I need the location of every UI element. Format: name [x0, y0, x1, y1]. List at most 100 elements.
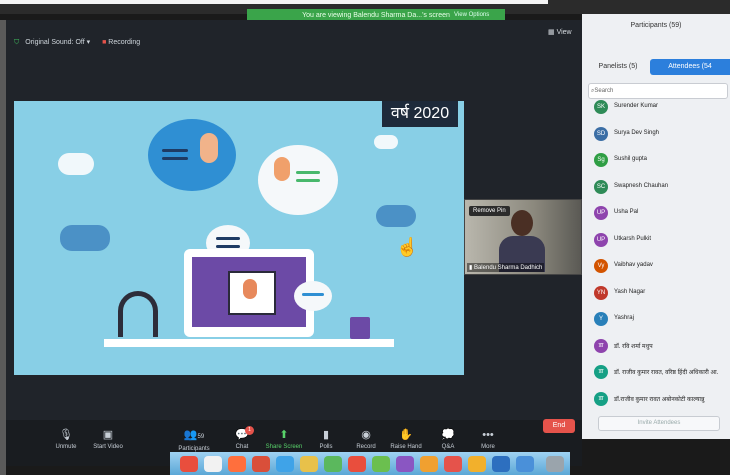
participants-count: 59	[197, 434, 205, 440]
microphone-muted-icon: 🎙	[59, 429, 73, 441]
bubble-line	[162, 157, 188, 160]
dock-app-icon[interactable]	[372, 456, 390, 472]
polls-label: Polls	[319, 444, 333, 450]
avatar: UP	[594, 232, 608, 247]
dock-app-icon[interactable]	[444, 456, 462, 472]
raise-hand-label: Raise Hand	[390, 444, 422, 450]
search-placeholder: Search	[594, 88, 614, 94]
chat-bubble-blue	[148, 119, 236, 191]
top-white-bar	[0, 0, 548, 4]
cloud-white-right	[374, 135, 398, 149]
tab-attendees[interactable]: Attendees (54	[650, 59, 730, 75]
participant-row[interactable]: Y Yashraj	[592, 312, 726, 328]
participant-name: Yash Nagar	[614, 288, 646, 295]
view-label: View	[556, 29, 572, 36]
participant-name: Surya Dev Singh	[614, 129, 660, 136]
dock-app-icon[interactable]	[204, 456, 222, 472]
participant-name: डॉ. रवि शर्मा मधुप	[614, 343, 653, 350]
original-sound[interactable]: Original Sound: Off	[25, 39, 84, 46]
dock-app-icon[interactable]	[300, 456, 318, 472]
dock-app-icon[interactable]	[228, 456, 246, 472]
panel-title: Participants (59)	[630, 22, 682, 29]
record-icon: ◉	[361, 429, 371, 441]
qa-icon: 💭	[441, 429, 455, 441]
participant-row[interactable]: डा डॉ. रवि शर्मा मधुप	[592, 338, 726, 355]
participant-row[interactable]: UP Utkarsh Pulkit	[592, 232, 726, 249]
slide-year-title: वर्ष 2020	[382, 101, 458, 127]
tab-panelists[interactable]: Panelists (5)	[588, 59, 648, 75]
mug-icon	[350, 317, 370, 339]
recording-label: Recording	[108, 39, 141, 46]
dock-app-icon[interactable]	[396, 456, 414, 472]
participant-row[interactable]: SD Surya Dev Singh	[592, 126, 726, 143]
start-video-label: Start Video	[93, 444, 123, 450]
avatar: SD	[594, 126, 608, 141]
end-button[interactable]: End	[543, 419, 575, 433]
participant-row[interactable]: डा डॉ.राजीव कुमार रावत अबोनकोटी काल्यान्न…	[592, 391, 726, 408]
participant-row[interactable]: SK Surender Kumar	[592, 100, 726, 116]
dock-app-icon[interactable]	[516, 456, 534, 472]
bubble-line	[162, 149, 188, 152]
speaker-name: Balendu Sharma Dadhich	[473, 265, 543, 271]
dock-app-icon[interactable]	[468, 456, 486, 472]
remove-pin-button[interactable]: Remove Pin	[469, 206, 510, 216]
dock-app-icon[interactable]	[348, 456, 366, 472]
dock-app-icon[interactable]	[492, 456, 510, 472]
participant-name: Vaibhav yadav	[614, 262, 653, 268]
participant-row[interactable]: डा डॉ. राजीव कुमार रावत, वरिष्ठ हिंदी अधि…	[592, 365, 726, 381]
avatar: Sg	[594, 153, 608, 167]
participant-name: Yashraj	[614, 315, 634, 321]
chevron-down-icon[interactable]: ▾	[87, 39, 91, 46]
participant-row[interactable]: UP Usha Pal	[592, 206, 726, 222]
participant-row[interactable]: YN Yash Nagar	[592, 285, 726, 302]
unmute-button[interactable]: 🎙 Unmute	[44, 428, 88, 460]
person-icon	[243, 279, 257, 299]
chat-bubble-right	[294, 281, 332, 311]
avatar: Vy	[594, 259, 608, 273]
avatar: डा	[594, 391, 608, 406]
record-label: Record	[356, 444, 376, 450]
speaker-name-label: ▮ Balendu Sharma Dadhich	[467, 263, 545, 272]
share-screen-label: Share Screen	[265, 444, 303, 450]
unmute-label: Unmute	[55, 444, 77, 450]
chat-icon: 💬	[235, 429, 249, 441]
participant-row[interactable]: SC Swapnesh Chauhan	[592, 179, 726, 196]
participant-name: Surender Kumar	[614, 103, 659, 109]
bubble-line	[216, 237, 240, 240]
trash-icon[interactable]	[546, 456, 564, 472]
speaker-video-tile[interactable]: Remove Pin ▮ Balendu Sharma Dadhich	[464, 199, 582, 275]
search-input[interactable]: ⌕Search	[588, 83, 728, 99]
bubble-line	[216, 245, 240, 248]
avatar: SK	[594, 100, 608, 114]
participant-list: SK Surender Kumar SD Surya Dev Singh Sg Sushi…	[592, 100, 726, 430]
speaker-head	[511, 210, 533, 236]
dock-app-icon[interactable]	[420, 456, 438, 472]
dock-app-icon[interactable]	[276, 456, 294, 472]
cloud-blue-right	[376, 205, 416, 227]
avatar: डा	[594, 338, 608, 353]
participants-panel: Participants (59) Panelists (5) Attendee…	[582, 14, 730, 439]
qa-label: Q&A	[441, 444, 455, 450]
invite-attendees-button[interactable]: Invite Attendees	[598, 416, 720, 431]
participant-name: डॉ.राजीव कुमार रावत अबोनकोटी काल्यान्नु	[614, 396, 705, 403]
participant-name: Usha Pal	[614, 209, 639, 215]
view-button[interactable]: ▦ View	[548, 28, 572, 36]
participant-name: Swapnesh Chauhan	[614, 182, 669, 189]
dock-app-icon[interactable]	[252, 456, 270, 472]
mac-dock	[170, 452, 570, 475]
view-icon: ▦	[548, 29, 557, 36]
participant-row[interactable]: Sg Sushil gupta	[592, 153, 726, 169]
dock-app-icon[interactable]	[324, 456, 342, 472]
bubble-line	[302, 293, 324, 296]
shared-slide: ☝	[14, 101, 464, 375]
recording-dot-icon: ■	[102, 39, 107, 46]
start-video-button[interactable]: ▣ Start Video	[86, 428, 130, 460]
dock-app-icon[interactable]	[180, 456, 198, 472]
avatar: Y	[594, 312, 608, 326]
avatar: UP	[594, 206, 608, 220]
bubble-line	[296, 179, 320, 182]
participant-row[interactable]: Vy Vaibhav yadav	[592, 259, 726, 275]
meeting-status: ⛉ Original Sound: Off ▾ ■ Recording	[14, 38, 140, 47]
desk	[104, 339, 394, 347]
avatar: डा	[594, 365, 608, 379]
